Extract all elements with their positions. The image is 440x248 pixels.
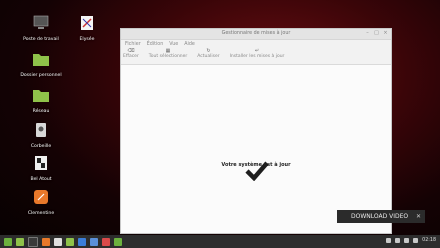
- menu-icon[interactable]: [4, 237, 12, 246]
- network-folder-icon: [33, 90, 49, 102]
- close-overlay-icon[interactable]: ✕: [416, 210, 421, 223]
- battery-tray-icon[interactable]: [413, 238, 419, 243]
- elysee-icon: [81, 16, 93, 30]
- writer-icon[interactable]: [90, 237, 98, 246]
- folder-taskbar-icon[interactable]: [66, 237, 74, 246]
- maximize-button[interactable]: □: [374, 31, 379, 36]
- folder-icon: [33, 54, 49, 66]
- refresh-label: Actualiser: [197, 54, 220, 59]
- files-icon[interactable]: [16, 237, 24, 246]
- taskbar: 02:18: [0, 235, 440, 248]
- clementine-taskbar-icon[interactable]: [42, 237, 50, 246]
- select-all-label: Tout sélectionner: [148, 54, 188, 59]
- desktop-icon-label: Bel Atout: [30, 177, 52, 182]
- minimize-button[interactable]: –: [365, 31, 370, 36]
- shield-icon[interactable]: [114, 237, 122, 246]
- menu-view[interactable]: Vue: [169, 42, 178, 47]
- clear-label: Effacer: [123, 54, 139, 59]
- update-manager-window: Gestionnaire de mises à jour – □ × Fichi…: [120, 28, 392, 234]
- terminal-icon[interactable]: [28, 236, 38, 247]
- menu-help[interactable]: Aide: [184, 42, 195, 47]
- close-button[interactable]: ×: [383, 31, 388, 36]
- refresh-button[interactable]: ↻ Actualiser: [197, 48, 219, 59]
- select-all-button[interactable]: ▦ Tout sélectionner: [149, 48, 187, 59]
- desktop-icon-label: Réseau: [32, 109, 50, 114]
- firefox-icon[interactable]: [78, 237, 86, 246]
- update-list-area: [121, 65, 391, 233]
- menu-edit[interactable]: Édition: [147, 42, 164, 47]
- window-title: Gestionnaire de mises à jour: [221, 30, 291, 36]
- desktop-icon-label: Clementine: [27, 211, 55, 216]
- desktop-icon-label: Corbeille: [30, 144, 52, 149]
- update-tray-icon[interactable]: [404, 238, 410, 243]
- install-label: Installer les mises à jour: [229, 54, 285, 59]
- clear-button[interactable]: ⌫ Effacer: [123, 48, 139, 59]
- desktop-icon-clementine[interactable]: Clementine: [11, 189, 71, 217]
- download-video-button[interactable]: DOWNLOAD VIDEO ✕: [337, 210, 425, 223]
- browser-icon[interactable]: [54, 237, 62, 246]
- clementine-icon: [34, 190, 48, 204]
- desktop-icon-network[interactable]: Réseau: [11, 87, 71, 115]
- menu-file[interactable]: Fichier: [125, 42, 141, 47]
- cards-icon: [35, 156, 47, 170]
- desktop-icon-elysee[interactable]: Elysée: [57, 15, 117, 43]
- trash-icon: [36, 123, 46, 137]
- menubar: Fichier Édition Vue Aide: [121, 40, 391, 48]
- desktop-icon-home-folder[interactable]: Dossier personnel: [11, 51, 71, 79]
- network-tray-icon[interactable]: [386, 238, 392, 243]
- volume-tray-icon[interactable]: [395, 238, 401, 243]
- system-tray: 02:18: [386, 238, 436, 243]
- status-message: Votre système est à jour: [221, 162, 291, 168]
- desktop-icon-bel-atout[interactable]: Bel Atout: [11, 155, 71, 183]
- desktop-icon-trash[interactable]: Corbeille: [11, 122, 71, 150]
- desktop-icon-label: Dossier personnel: [20, 73, 62, 78]
- computer-icon: [33, 15, 49, 29]
- desktop-icon-label: Elysée: [79, 37, 95, 42]
- toolbar: ⌫ Effacer ▦ Tout sélectionner ↻ Actualis…: [121, 48, 391, 65]
- clock[interactable]: 02:18: [422, 238, 436, 243]
- install-updates-button[interactable]: ↵ Installer les mises à jour: [230, 48, 285, 59]
- store-icon[interactable]: [102, 237, 110, 246]
- window-titlebar[interactable]: Gestionnaire de mises à jour – □ ×: [121, 29, 391, 40]
- download-video-label: DOWNLOAD VIDEO: [351, 213, 409, 220]
